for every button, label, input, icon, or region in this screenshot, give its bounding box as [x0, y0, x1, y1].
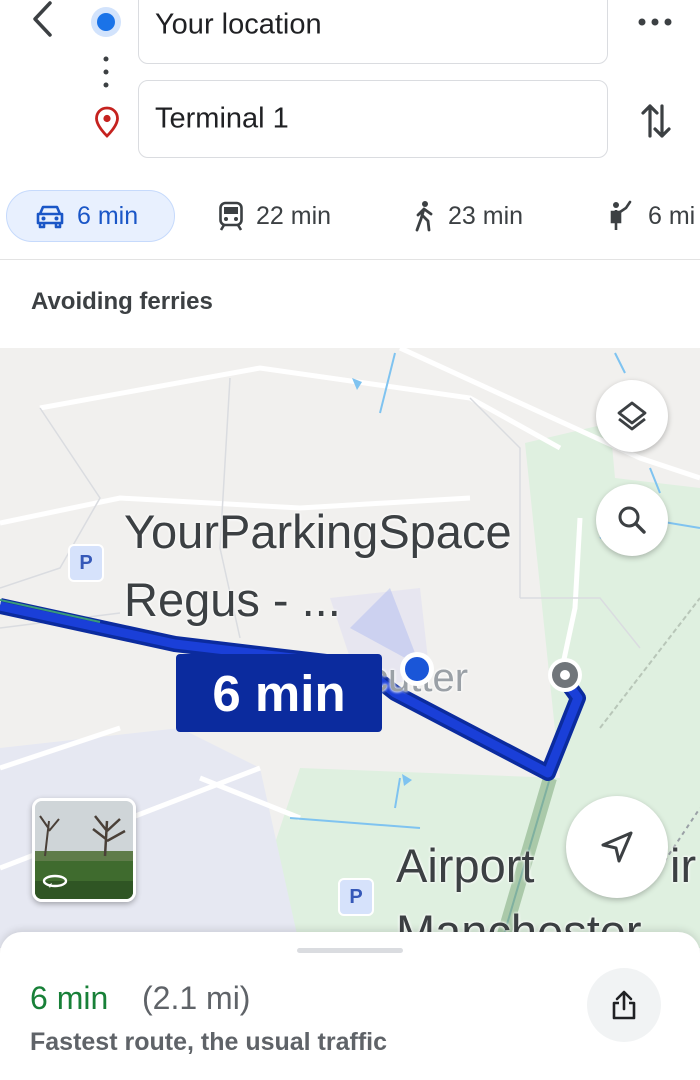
tab-walking[interactable]: 23 min — [412, 190, 523, 242]
train-icon — [219, 201, 243, 231]
origin-input[interactable]: Your location — [138, 0, 608, 64]
route-distance: (2.1 mi) — [142, 980, 251, 1016]
map-label-parking-name: YourParkingSpace — [124, 505, 512, 558]
ride-hail-icon — [610, 200, 632, 230]
navigation-arrow-icon — [601, 831, 633, 863]
parking-marker[interactable]: P — [338, 878, 374, 916]
street-view-thumbnail[interactable] — [32, 798, 136, 902]
route-notice: Avoiding ferries — [31, 288, 213, 315]
tab-transit-label: 22 min — [256, 201, 332, 230]
origin-dot-icon — [90, 6, 122, 38]
tab-ride-hail[interactable]: 6 mi — [606, 190, 695, 242]
layers-button[interactable] — [596, 380, 668, 452]
route-summary-sheet[interactable]: 6 min (2.1 mi) Fastest route, the usual … — [0, 932, 700, 1080]
back-button[interactable] — [26, 0, 60, 40]
origin-input-value: Your location — [155, 8, 322, 41]
tab-walking-label: 23 min — [448, 201, 524, 230]
tab-driving-label: 6 min — [77, 201, 139, 230]
share-button[interactable] — [587, 968, 661, 1042]
layers-icon — [617, 401, 647, 431]
swap-vertical-icon — [641, 104, 671, 138]
rotate-360-icon — [41, 873, 69, 894]
destination-input[interactable]: Terminal 1 — [138, 80, 608, 158]
share-icon — [612, 990, 636, 1020]
map-label-airport: Airport — [396, 839, 535, 892]
route-description: Fastest route, the usual traffic — [30, 1028, 388, 1056]
divider — [0, 259, 700, 260]
parking-marker[interactable]: P — [68, 544, 104, 582]
map-label-regus: Regus - ... — [124, 573, 341, 626]
map-label-partial: ir — [670, 839, 697, 892]
destination-marker[interactable] — [546, 656, 584, 694]
travel-mode-tabs: 6 min 22 min 23 min 6 mi — [0, 190, 700, 246]
search-along-route-button[interactable] — [596, 484, 668, 556]
tab-ride-hail-label: 6 mi — [648, 201, 696, 230]
search-icon — [618, 506, 646, 534]
walk-icon — [415, 201, 433, 232]
more-horizontal-icon — [638, 18, 672, 26]
sheet-drag-handle[interactable] — [297, 948, 403, 953]
map-view[interactable]: YourParkingSpace Regus - ... cutter Airp… — [0, 348, 700, 948]
tab-driving[interactable]: 6 min — [6, 190, 175, 242]
route-dots-icon — [103, 55, 109, 91]
chevron-left-icon — [33, 1, 52, 37]
recenter-button[interactable] — [566, 796, 668, 898]
route-eta-label[interactable]: 6 min — [176, 654, 382, 732]
tab-transit[interactable]: 22 min — [218, 190, 331, 242]
swap-directions-button[interactable] — [638, 100, 674, 142]
more-options-button[interactable] — [636, 10, 676, 34]
car-icon — [36, 205, 64, 229]
current-location-marker — [398, 650, 436, 688]
route-duration: 6 min — [30, 980, 109, 1016]
destination-pin-icon — [94, 106, 120, 138]
destination-input-value: Terminal 1 — [155, 102, 289, 135]
